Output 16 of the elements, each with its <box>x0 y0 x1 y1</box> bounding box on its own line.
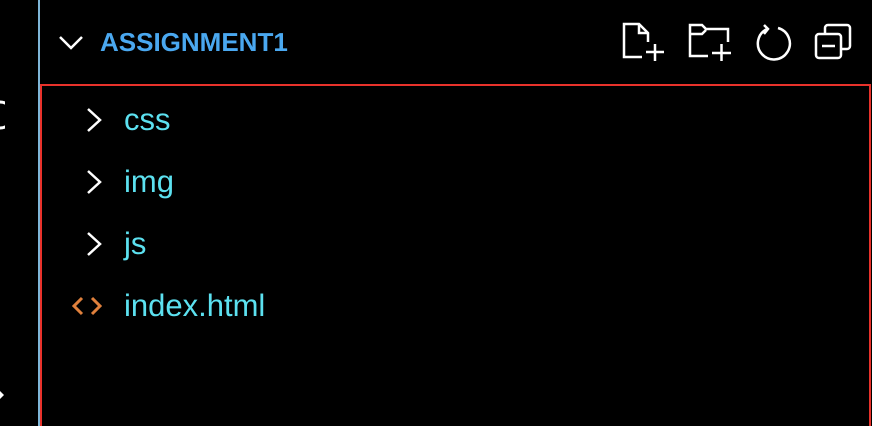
folder-name[interactable]: css <box>124 102 170 138</box>
code-file-icon <box>72 296 102 316</box>
new-folder-icon[interactable] <box>688 22 734 62</box>
chevron-icon[interactable] <box>86 107 102 133</box>
chevron-icon[interactable] <box>58 34 84 50</box>
collapse-all-icon[interactable] <box>814 23 852 61</box>
folder-title[interactable]: ASSIGNMENT1 <box>100 26 622 58</box>
file-name[interactable]: index.html <box>124 288 266 324</box>
activity-icon[interactable] <box>0 100 5 130</box>
new-file-icon[interactable] <box>622 22 666 62</box>
folder-name[interactable]: js <box>124 226 146 262</box>
chevron-icon[interactable] <box>86 169 102 195</box>
folder-name[interactable]: img <box>124 164 174 200</box>
refresh-icon[interactable] <box>756 23 792 61</box>
chevron-icon[interactable] <box>86 231 102 257</box>
activity-icon[interactable] <box>0 390 5 400</box>
